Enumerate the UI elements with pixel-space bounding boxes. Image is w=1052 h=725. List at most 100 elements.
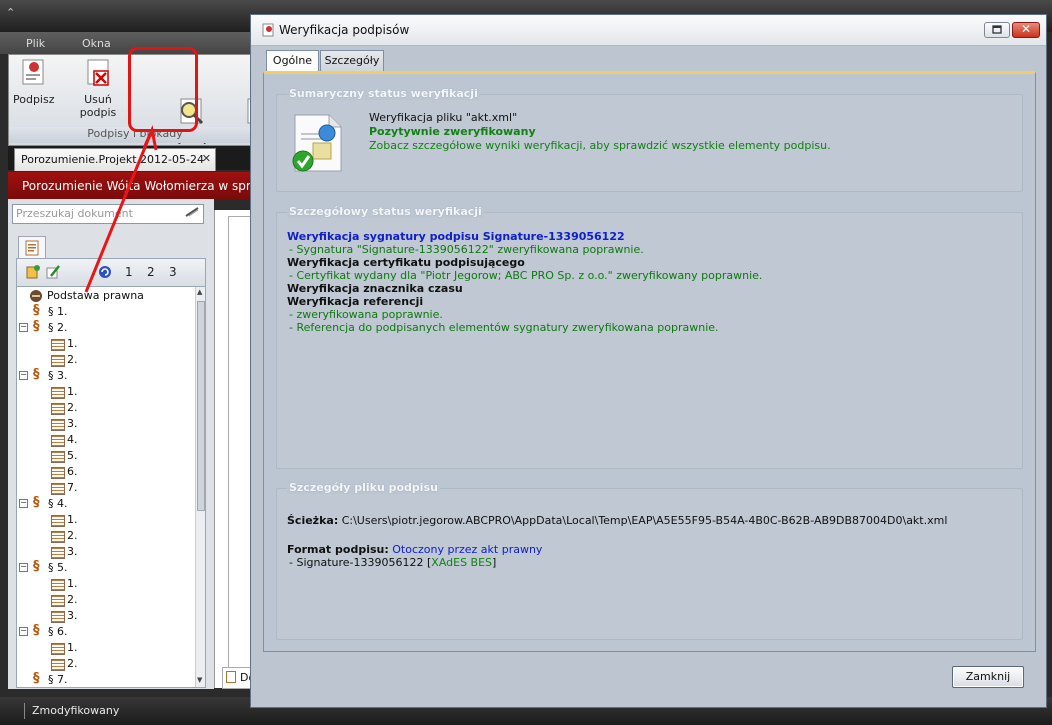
clause-icon — [51, 483, 65, 495]
tree-item[interactable]: 2. — [17, 352, 193, 368]
tree-section[interactable]: − § § 2. — [17, 320, 193, 336]
clause-icon — [51, 403, 65, 415]
status-text: Zmodyfikowany — [32, 704, 120, 717]
tree-section[interactable]: − § § 3. — [17, 368, 193, 384]
tree-item[interactable]: 4. — [17, 432, 193, 448]
tree-item-label: 6. — [67, 465, 78, 478]
tree-item[interactable]: 1. — [17, 384, 193, 400]
document-icon — [226, 671, 236, 683]
tab-details[interactable]: Szczegóły — [320, 50, 384, 71]
dialog-title: Weryfikacja podpisów — [279, 23, 410, 37]
tree-item[interactable]: 2. — [17, 528, 193, 544]
tree-section[interactable]: § § 1. — [17, 304, 193, 320]
refresh-icon[interactable] — [97, 264, 113, 280]
search-icon[interactable] — [185, 207, 199, 217]
paragraph-icon: § — [33, 495, 40, 510]
outline-icon — [25, 240, 39, 256]
tab-general[interactable]: Ogólne — [266, 50, 319, 72]
sign-button[interactable]: Podpisz — [13, 57, 55, 106]
tree-item[interactable]: 1. — [17, 576, 193, 592]
tree-item[interactable]: 1. — [17, 336, 193, 352]
scroll-up-icon[interactable]: ▲ — [197, 288, 202, 296]
collapse-icon[interactable]: − — [19, 499, 28, 508]
document-tabs: Porozumienie.Projekt.2012-05-24 ✕ — [8, 146, 260, 171]
add-node-icon[interactable] — [25, 264, 41, 280]
document-tab-label: Porozumienie.Projekt.2012-05-24 — [21, 153, 204, 166]
tree-root-label: Podstawa prawna — [47, 289, 144, 302]
tree-item[interactable]: 1. — [17, 512, 193, 528]
clause-icon — [51, 547, 65, 559]
tree-item-label: 3. — [67, 545, 78, 558]
verification-dialog: Weryfikacja podpisów ✕ Ogólne Szczegóły … — [250, 14, 1047, 708]
clause-icon — [51, 355, 65, 367]
clause-icon — [51, 595, 65, 607]
collapse-icon[interactable]: − — [19, 371, 28, 380]
clause-icon — [51, 339, 65, 351]
tree-item[interactable]: 2. — [17, 592, 193, 608]
summary-file-line: Weryfikacja pliku "akt.xml" — [369, 111, 518, 124]
tree-item[interactable]: 2. — [17, 400, 193, 416]
tree-item-label: 1. — [67, 577, 78, 590]
search-input[interactable]: Przeszukaj dokument — [12, 204, 204, 224]
tree-item[interactable]: 5. — [17, 448, 193, 464]
tree-item[interactable]: 2. — [17, 656, 193, 672]
document-bottom-tab[interactable]: Do — [222, 667, 255, 689]
paragraph-icon: § — [33, 303, 40, 318]
path-line: Ścieżka: C:\Users\piotr.jegorow.ABCPRO\A… — [287, 514, 947, 527]
format-line: Format podpisu: Otoczony przez akt prawn… — [287, 543, 542, 556]
tree-item[interactable]: 7. — [17, 480, 193, 496]
menu-okna[interactable]: Okna — [82, 37, 111, 50]
signature-entry: - Signature-1339056122 [XAdES BES] — [289, 556, 496, 569]
collapse-icon[interactable]: − — [19, 627, 28, 636]
collapse-icon[interactable]: − — [19, 323, 28, 332]
document-header-title: Porozumienie Wójta Wołomierza w sprawie — [22, 179, 279, 193]
tree-section[interactable]: § § 7. — [17, 672, 193, 687]
tree-section[interactable]: − § § 5. — [17, 560, 193, 576]
tree-item[interactable]: 1. — [17, 640, 193, 656]
tree-item-label: 5. — [67, 449, 78, 462]
tree-item[interactable]: 3. — [17, 416, 193, 432]
restore-button[interactable] — [984, 22, 1010, 38]
tree-item-label: 2. — [67, 529, 78, 542]
tree-section[interactable]: − § § 6. — [17, 624, 193, 640]
tree-item[interactable]: 3. — [17, 544, 193, 560]
tree-scrollbar[interactable]: ▲ ▼ — [195, 287, 205, 687]
clause-icon — [51, 467, 65, 479]
menu-plik[interactable]: Plik — [26, 37, 45, 50]
tree-item-label: 2. — [67, 593, 78, 606]
tree-section-label: § 5. — [48, 561, 68, 574]
path-value: C:\Users\piotr.jegorow.ABCPRO\AppData\Lo… — [341, 514, 948, 527]
signature-suffix: ] — [492, 556, 497, 569]
scroll-down-icon[interactable]: ▼ — [197, 676, 202, 684]
tree-root[interactable]: Podstawa prawna — [17, 288, 193, 304]
signature-type: XAdES BES — [431, 556, 493, 569]
close-tab-icon[interactable]: ✕ — [202, 152, 211, 165]
quick-access-icon[interactable]: ⌃ — [6, 6, 15, 19]
paragraph-icon: § — [33, 367, 40, 382]
signature-id: - Signature-1339056122 [ — [289, 556, 432, 569]
collapse-icon[interactable]: − — [19, 563, 28, 572]
edit-node-icon[interactable] — [45, 264, 61, 280]
tree-section[interactable]: − § § 4. — [17, 496, 193, 512]
summary-group: Sumaryczny status weryfikacji Weryfikacj… — [276, 87, 1023, 192]
tree-item[interactable]: 3. — [17, 608, 193, 624]
tree-item-label: 2. — [67, 657, 78, 670]
close-icon: ✕ — [1020, 22, 1032, 36]
level-2[interactable]: 2 — [147, 265, 155, 279]
tree-item-label: 3. — [67, 609, 78, 622]
close-button[interactable]: ✕ — [1012, 22, 1040, 38]
close-dialog-button[interactable]: Zamknij — [952, 666, 1024, 688]
level-3[interactable]: 3 — [169, 265, 177, 279]
outline-tab[interactable] — [18, 236, 46, 259]
remove-signature-button[interactable]: Usuń podpis — [67, 57, 129, 119]
tree-item[interactable]: 6. — [17, 464, 193, 480]
restore-icon — [992, 25, 1002, 34]
tree-scroll-thumb[interactable] — [197, 301, 205, 511]
clause-icon — [51, 659, 65, 671]
clause-icon — [51, 643, 65, 655]
level-1[interactable]: 1 — [125, 265, 133, 279]
format-label: Format podpisu: — [287, 543, 389, 556]
document-tab[interactable]: Porozumienie.Projekt.2012-05-24 ✕ — [14, 148, 216, 171]
certificate-verification-heading: Weryfikacja certyfikatu podpisującego — [287, 256, 525, 269]
clause-icon — [51, 611, 65, 623]
